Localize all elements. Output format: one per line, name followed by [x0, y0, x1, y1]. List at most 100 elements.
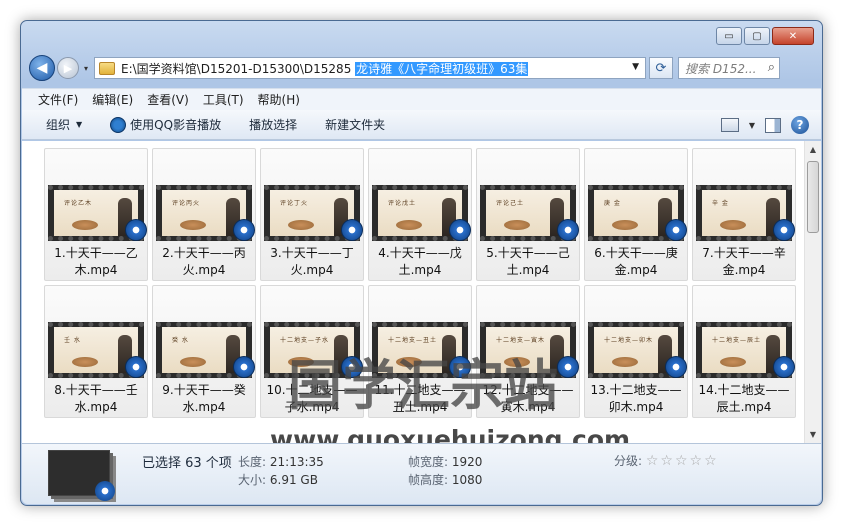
address-dropdown-icon[interactable]: ▼: [632, 62, 639, 72]
file-tile[interactable]: 庚 金 6.十天干——庚金.mp4: [584, 148, 688, 281]
folder-icon: [99, 61, 115, 75]
size-field: 大小: 6.91 GB: [238, 471, 318, 488]
file-tile[interactable]: 评论戊土 4.十天干——戊土.mp4: [368, 148, 472, 281]
thumbnail-caption: 评论丙火: [172, 200, 201, 207]
menu-edit[interactable]: 编辑(E): [92, 91, 133, 108]
close-button[interactable]: ✕: [772, 27, 814, 45]
thumbnail-dish: [288, 220, 314, 230]
frame-width-value: 1920: [451, 455, 483, 469]
address-bar[interactable]: E:\国学资料馆\D15201-D15300\D15285 龙诗雅《八字命理初级…: [94, 57, 646, 79]
size-value: 6.91 GB: [269, 473, 318, 487]
search-input[interactable]: 搜索 D152... ⌕: [678, 57, 780, 79]
length-value: 21:13:35: [269, 455, 324, 469]
address-selected-text: 龙诗雅《八字命理初级班》63集: [355, 61, 529, 76]
organize-button[interactable]: 组织 ▼: [46, 116, 82, 133]
file-tile[interactable]: 评论丙火 2.十天干——丙火.mp4: [152, 148, 256, 281]
frame-height-label: 帧高度:: [408, 473, 449, 487]
video-play-icon: [95, 481, 115, 501]
watermark-text: 国学汇宗站: [288, 353, 558, 417]
thumbnail-dish: [720, 357, 746, 367]
search-icon[interactable]: ⌕: [768, 60, 775, 75]
file-name: 2.十天干——丙火.mp4: [162, 246, 246, 277]
file-name: 4.十天干——戊土.mp4: [378, 246, 462, 277]
file-tile[interactable]: 壬 水 8.十天干——壬水.mp4: [44, 285, 148, 418]
explorer-window: ▭ ▢ ✕ ◀ ▶ ▾ E:\国学资料馆\D15201-D15300\D1528…: [20, 20, 823, 506]
thumbnail-caption: 评论己土: [496, 200, 525, 207]
thumbnail-caption: 十二地支—辰土: [712, 337, 762, 344]
toolbar-right: ▼ ?: [720, 116, 809, 134]
play-selection-button[interactable]: 播放选择: [249, 116, 297, 133]
qq-player-file-icon: [773, 356, 795, 378]
file-name: 13.十二地支——卯木.mp4: [590, 383, 682, 414]
thumbnail-caption: 癸 水: [172, 337, 189, 344]
frame-height-value: 1080: [451, 473, 483, 487]
frame-width-label: 帧宽度:: [408, 455, 449, 469]
qq-player-file-icon: [557, 356, 579, 378]
menu-file[interactable]: 文件(F): [38, 91, 78, 108]
file-tile[interactable]: 评论乙木 1.十天干——乙木.mp4: [44, 148, 148, 281]
menu-view[interactable]: 查看(V): [147, 91, 189, 108]
rating-stars[interactable]: ☆☆☆☆☆: [646, 453, 719, 469]
file-tile[interactable]: 十二地支—辰土 14.十二地支——辰土.mp4: [692, 285, 796, 418]
thumbnail-dish: [612, 357, 638, 367]
length-field: 长度: 21:13:35: [238, 453, 324, 470]
file-name: 7.十天干——辛金.mp4: [702, 246, 786, 277]
qq-player-file-icon: [233, 219, 255, 241]
refresh-button[interactable]: ⟳: [649, 57, 673, 79]
details-pane: 已选择 63 个项 长度: 21:13:35 大小: 6.91 GB 帧宽度: …: [22, 443, 821, 504]
rating-field: 分级: ☆☆☆☆☆: [614, 452, 719, 469]
file-name: 1.十天干——乙木.mp4: [54, 246, 138, 277]
file-name: 14.十二地支——辰土.mp4: [698, 383, 790, 414]
rating-label: 分级:: [614, 454, 643, 468]
thumbnail-caption: 壬 水: [64, 337, 81, 344]
frame-width-field: 帧宽度: 1920: [408, 453, 482, 470]
scrollbar-thumb[interactable]: [807, 161, 819, 233]
file-tile[interactable]: 十二地支—卯木 13.十二地支——卯木.mp4: [584, 285, 688, 418]
thumbnail-dish: [720, 220, 746, 230]
menu-tools[interactable]: 工具(T): [203, 91, 244, 108]
qq-player-file-icon: [125, 219, 147, 241]
qq-player-file-icon: [341, 219, 363, 241]
caption-buttons: ▭ ▢ ✕: [716, 27, 814, 45]
thumbnail-dish: [396, 220, 422, 230]
change-view-icon[interactable]: [720, 118, 739, 132]
preview-pane-icon[interactable]: [765, 117, 781, 133]
thumbnail-caption: 十二地支—卯木: [604, 337, 654, 344]
selection-thumbnail: [48, 450, 115, 501]
thumbnail-caption: 评论丁火: [280, 200, 309, 207]
new-folder-button[interactable]: 新建文件夹: [325, 116, 385, 133]
file-tile[interactable]: 癸 水 9.十天干——癸水.mp4: [152, 285, 256, 418]
file-list: 评论乙木 1.十天干——乙木.mp4 评论丙火 2.十天干——丙火.mp4 评论丁火 3.…: [22, 141, 821, 443]
file-tile[interactable]: 评论丁火 3.十天干——丁火.mp4: [260, 148, 364, 281]
size-label: 大小:: [238, 473, 267, 487]
organize-label: 组织: [46, 118, 71, 132]
help-icon[interactable]: ?: [791, 116, 809, 134]
address-path[interactable]: E:\国学资料馆\D15201-D15300\D15285 龙诗雅《八字命理初级…: [121, 60, 529, 77]
play-with-qq-label: 使用QQ影音播放: [130, 118, 222, 132]
file-name: 9.十天干——癸水.mp4: [162, 383, 246, 414]
minimize-button[interactable]: ▭: [716, 27, 742, 45]
file-tile[interactable]: 评论己土 5.十天干——己土.mp4: [476, 148, 580, 281]
command-bar: 组织 ▼ 使用QQ影音播放 播放选择 新建文件夹 ▼ ?: [22, 110, 821, 140]
view-options-dropdown[interactable]: ▼: [749, 121, 755, 130]
file-tile[interactable]: 辛 金 7.十天干——辛金.mp4: [692, 148, 796, 281]
play-with-qq-button[interactable]: 使用QQ影音播放: [110, 116, 221, 133]
thumbnail-dish: [180, 220, 206, 230]
menu-bar: 文件(F) 编辑(E) 查看(V) 工具(T) 帮助(H): [22, 88, 821, 110]
selection-count: 已选择 63 个项: [142, 456, 232, 471]
address-path-text: E:\国学资料馆\D15201-D15300\D15285: [121, 61, 356, 76]
forward-button[interactable]: ▶: [57, 57, 79, 79]
qq-player-file-icon: [665, 356, 687, 378]
scroll-down-icon[interactable]: ▼: [805, 426, 821, 443]
thumbnail-caption: 庚 金: [604, 200, 621, 207]
menu-help[interactable]: 帮助(H): [258, 91, 300, 108]
length-label: 长度:: [238, 455, 267, 469]
scroll-up-icon[interactable]: ▲: [805, 141, 821, 158]
back-button[interactable]: ◀: [29, 55, 55, 81]
vertical-scrollbar[interactable]: ▲ ▼: [804, 141, 821, 443]
qq-player-icon: [110, 116, 127, 133]
maximize-button[interactable]: ▢: [744, 27, 770, 45]
chevron-down-icon: ▼: [76, 120, 83, 129]
thumbnail-dish: [72, 220, 98, 230]
recent-pages-dropdown[interactable]: ▾: [80, 64, 92, 73]
